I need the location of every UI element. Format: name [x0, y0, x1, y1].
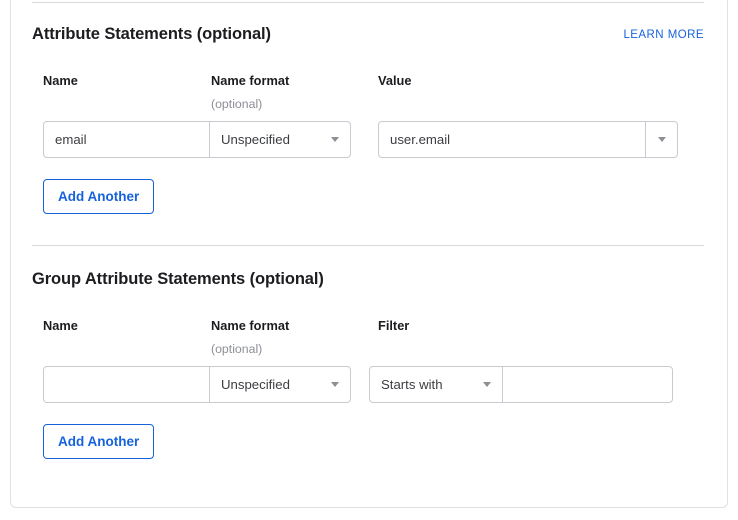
group-attribute-filter-value: Starts with — [381, 377, 443, 392]
attribute-name-format-select[interactable]: Unspecified — [209, 121, 351, 158]
page-title: Attribute Statements (optional) — [32, 25, 271, 43]
column-header-name: Name — [43, 73, 78, 89]
card-content: Attribute Statements (optional) LEARN MO… — [32, 0, 704, 459]
attribute-value-input[interactable]: user.email — [378, 121, 646, 158]
chevron-down-icon — [331, 137, 339, 142]
group-attribute-filter-select[interactable]: Starts with — [369, 366, 503, 403]
column-header-filter-label: Filter — [378, 318, 410, 333]
column-header-group-name-format: Name format (optional) — [211, 318, 289, 357]
column-header-group-name-format-optional: (optional) — [211, 342, 263, 356]
column-header-filter: Filter — [378, 318, 409, 334]
attribute-statement-row: email Unspecified user.email — [32, 121, 704, 158]
column-header-group-name: Name — [43, 318, 78, 334]
attribute-value-dropdown-button[interactable] — [645, 121, 678, 158]
group-attribute-filter-input[interactable] — [502, 366, 673, 403]
section-header-group: Group Attribute Statements (optional) — [32, 270, 704, 300]
chevron-down-icon — [657, 137, 666, 142]
add-another-group-attribute-button[interactable]: Add Another — [43, 424, 155, 459]
group-attribute-name-format-value: Unspecified — [221, 377, 290, 392]
column-header-value: Value — [378, 73, 411, 89]
attribute-name-input[interactable]: email — [43, 121, 210, 158]
section-attribute-statements: Attribute Statements (optional) LEARN MO… — [32, 25, 704, 214]
section-divider — [32, 245, 704, 246]
group-attribute-name-format-select[interactable]: Unspecified — [209, 366, 351, 403]
learn-more-link[interactable]: LEARN MORE — [623, 29, 704, 41]
add-another-wrap-2: Add Another — [32, 424, 704, 459]
column-header-name-format: Name format (optional) — [211, 73, 289, 112]
column-header-name-label: Name — [43, 73, 78, 88]
chevron-down-icon — [483, 382, 491, 387]
top-divider — [32, 2, 704, 3]
column-header-value-label: Value — [378, 73, 412, 88]
group-attribute-name-input[interactable] — [43, 366, 210, 403]
attribute-name-format-value: Unspecified — [221, 132, 290, 147]
chevron-down-icon — [331, 382, 339, 387]
column-header-name-format-label: Name format — [211, 73, 290, 88]
column-headers: Name Name format (optional) Value — [32, 73, 704, 121]
section-group-attribute-statements: Group Attribute Statements (optional) Na… — [32, 270, 704, 459]
column-header-group-name-format-label: Name format — [211, 318, 290, 333]
column-headers-group: Name Name format (optional) Filter — [32, 318, 704, 366]
column-header-group-name-label: Name — [43, 318, 78, 333]
column-header-name-format-optional: (optional) — [211, 97, 263, 111]
add-another-wrap-1: Add Another — [32, 179, 704, 214]
section-header: Attribute Statements (optional) LEARN MO… — [32, 25, 704, 55]
group-section-title: Group Attribute Statements (optional) — [32, 270, 324, 288]
add-another-attribute-button[interactable]: Add Another — [43, 179, 155, 214]
group-attribute-statement-row: Unspecified Starts with — [32, 366, 704, 403]
attribute-statements-card: Attribute Statements (optional) LEARN MO… — [10, 0, 728, 508]
